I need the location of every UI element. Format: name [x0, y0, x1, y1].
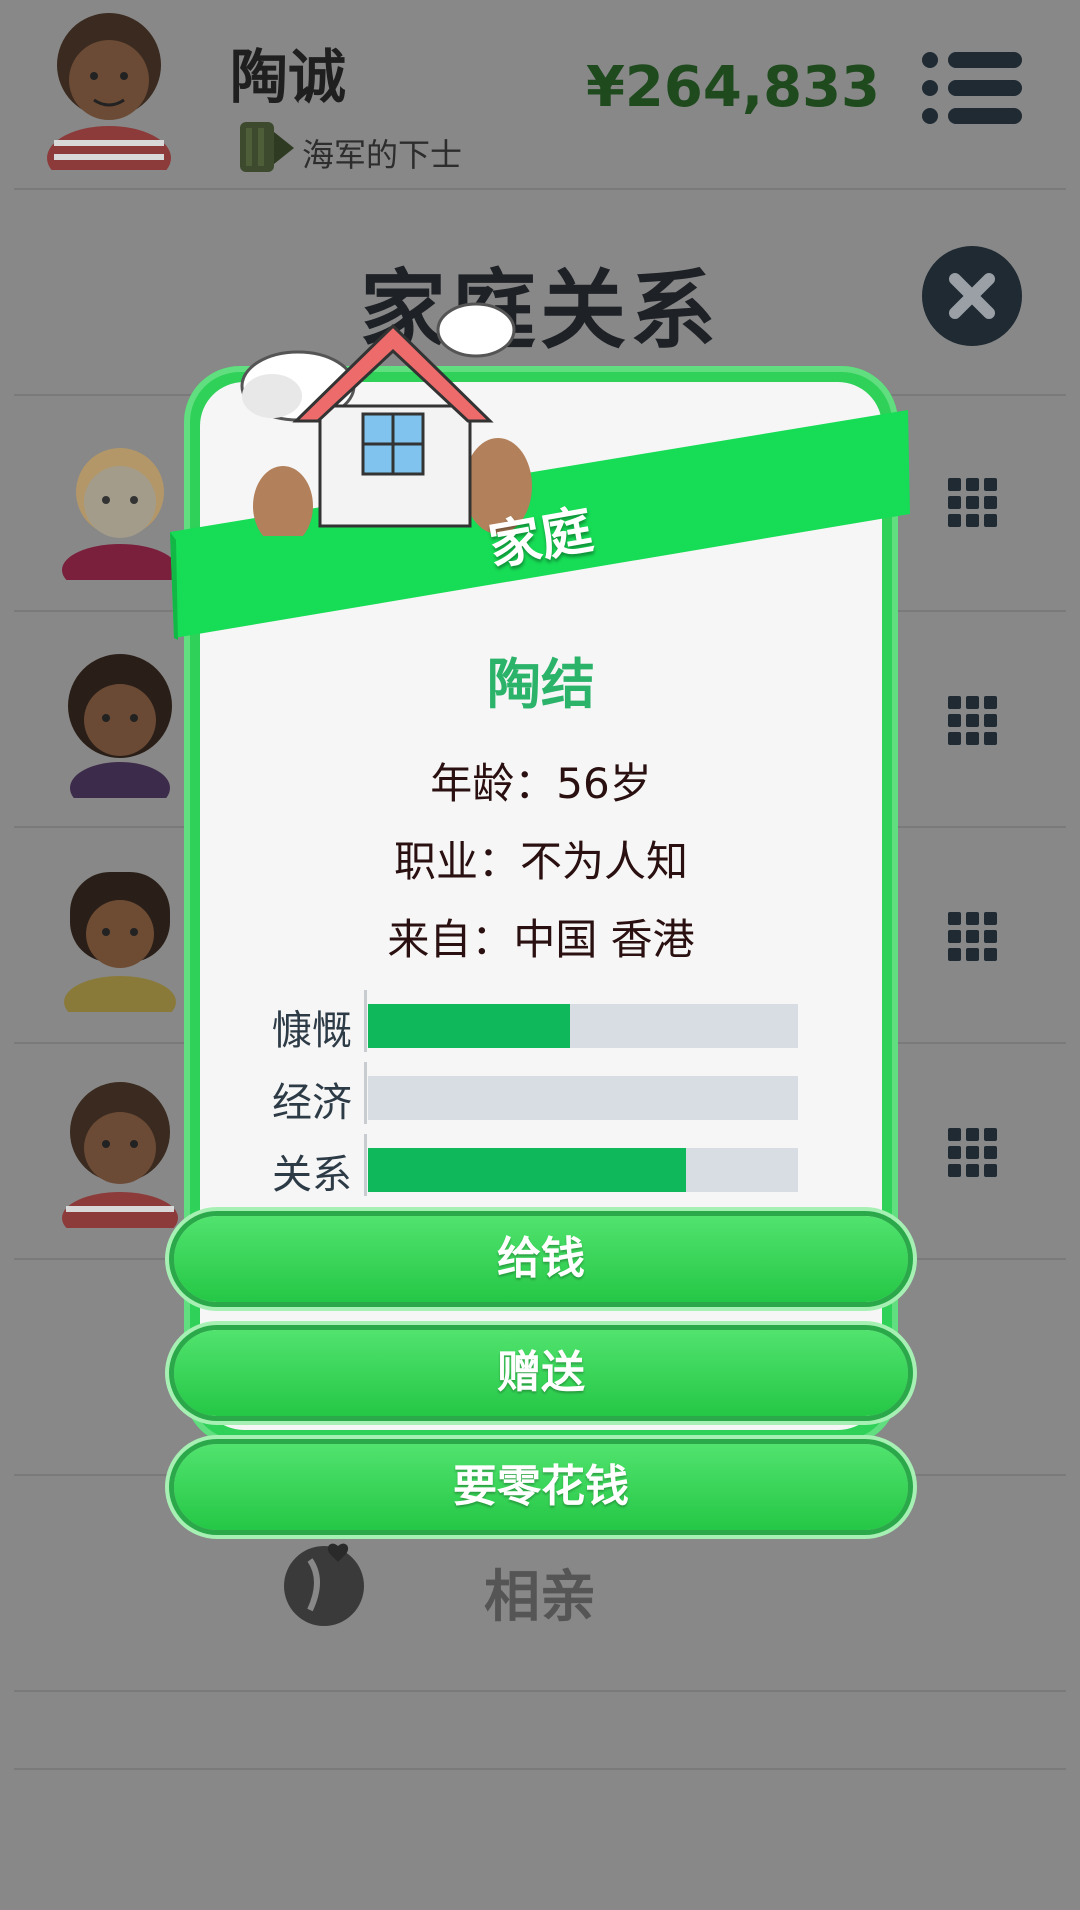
- give-gift-button[interactable]: 赠送: [174, 1330, 908, 1416]
- couple-heart-icon[interactable]: [280, 1540, 368, 1628]
- close-button[interactable]: [922, 246, 1022, 346]
- stat-fill: [368, 1148, 687, 1192]
- person-name: 陶结: [487, 653, 595, 716]
- family-avatar[interactable]: [60, 862, 180, 1012]
- stat-bar-economy: [368, 1076, 798, 1120]
- grid-icon[interactable]: [948, 1128, 998, 1178]
- family-avatar[interactable]: [60, 430, 180, 580]
- grid-icon[interactable]: [948, 696, 998, 746]
- grid-icon[interactable]: [948, 478, 998, 528]
- ask-allowance-button[interactable]: 要零花钱: [174, 1444, 908, 1530]
- divider: [14, 188, 1066, 190]
- money-balance: ¥264,833: [585, 55, 880, 120]
- player-avatar[interactable]: [44, 10, 174, 170]
- menu-icon[interactable]: [920, 50, 1022, 126]
- blind-date-label[interactable]: 相亲: [484, 1552, 596, 1633]
- family-avatar[interactable]: [60, 1078, 180, 1228]
- stat-fill: [368, 1004, 571, 1048]
- stat-label-relationship: 关系: [272, 1152, 352, 1198]
- divider: [364, 1062, 367, 1124]
- grid-icon[interactable]: [948, 912, 998, 962]
- give-money-button[interactable]: 给钱: [174, 1216, 908, 1302]
- family-avatar[interactable]: [60, 648, 180, 798]
- divider: [364, 1134, 367, 1196]
- from-line: 来自：中国 香港: [387, 915, 695, 964]
- stat-bar-generosity: [368, 1004, 798, 1048]
- job-line: 职业：不为人知: [393, 837, 688, 886]
- divider: [14, 1768, 1066, 1770]
- player-rank: 海军的下士: [302, 136, 463, 174]
- age-line: 年龄：56岁: [430, 759, 652, 808]
- stat-bar-relationship: [368, 1148, 798, 1192]
- stat-label-economy: 经济: [272, 1080, 352, 1126]
- army-rank-icon: [240, 122, 294, 172]
- stat-label-generosity: 慷慨: [272, 1008, 352, 1054]
- player-name: 陶诚: [230, 43, 347, 111]
- divider: [364, 990, 367, 1052]
- close-icon: [949, 273, 995, 319]
- divider: [14, 1690, 1066, 1692]
